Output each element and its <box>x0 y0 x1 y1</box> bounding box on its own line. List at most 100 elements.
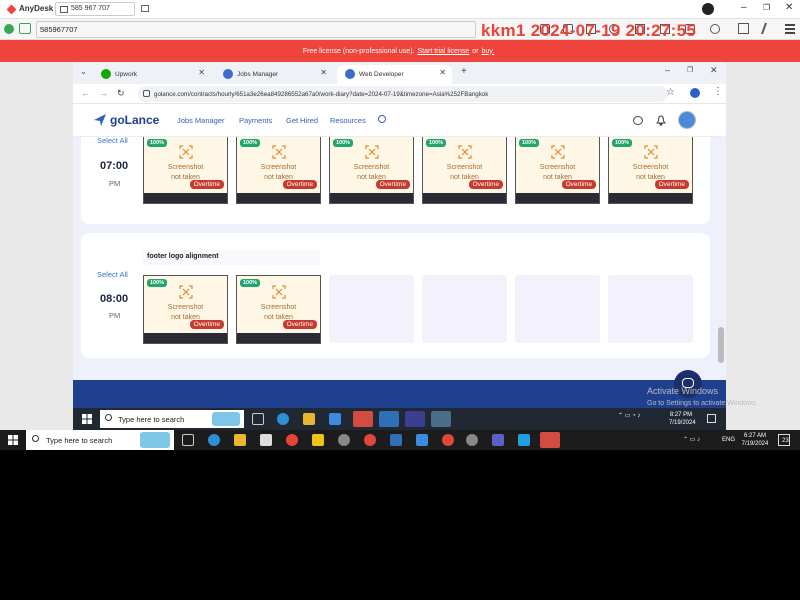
nav-payments[interactable]: Payments <box>239 116 272 125</box>
slot-footer-bar <box>144 193 227 203</box>
network-tool-icon[interactable] <box>466 434 478 446</box>
browser-window: ⌄ Upwork ✕ Jobs Manager ✕ Web Developer … <box>73 62 726 408</box>
mail-icon[interactable] <box>329 413 341 425</box>
notifications-bell-icon[interactable] <box>656 115 666 126</box>
overtime-badge: Overtime <box>189 320 224 329</box>
cast-icon[interactable] <box>710 24 720 34</box>
tray-icons[interactable]: ⌃ ▭ ♪ <box>683 436 700 444</box>
nav-get-hired[interactable]: Get Hired <box>286 116 318 125</box>
activate-windows-title: Activate Windows <box>647 386 719 396</box>
site-info-icon[interactable] <box>143 90 150 97</box>
file-explorer-icon[interactable] <box>303 413 315 425</box>
fullscreen-icon[interactable] <box>738 23 749 34</box>
screenshot-slot[interactable]: 100% Screenshot not taken Overtime <box>236 275 321 344</box>
edge-icon[interactable] <box>277 413 289 425</box>
remote-notification-icon[interactable] <box>707 414 716 423</box>
chrome-profile-icon[interactable] <box>364 434 376 446</box>
search-icon[interactable] <box>378 115 386 123</box>
minimize-icon[interactable]: – <box>741 2 747 13</box>
screenshot-slot[interactable]: 100% Screenshot not taken Overtime <box>608 137 693 204</box>
nav-jobs-manager[interactable]: Jobs Manager <box>177 116 225 125</box>
anydesk-title-bar: AnyDesk 585 967 707 – ❐ ✕ <box>0 0 800 19</box>
messages-icon[interactable] <box>633 116 643 125</box>
forward-icon[interactable]: → <box>99 88 108 98</box>
select-all-link[interactable]: Select All <box>97 270 128 279</box>
edge-icon[interactable] <box>208 434 220 446</box>
new-tab-icon[interactable]: + <box>461 66 467 77</box>
chrome-icon[interactable] <box>286 434 298 446</box>
remote-search-box[interactable]: Type here to search <box>100 410 244 428</box>
outlook-icon[interactable] <box>416 434 428 446</box>
window-close-icon[interactable]: ✕ <box>710 65 718 76</box>
browser-menu-icon[interactable]: ⋮ <box>713 86 723 97</box>
address-input-box[interactable] <box>36 21 476 38</box>
settings-gear-icon[interactable] <box>338 434 350 446</box>
status-line1: Screenshot <box>446 164 483 171</box>
vscode-icon[interactable] <box>379 411 399 427</box>
golance-logo-text[interactable]: goLance <box>110 113 159 127</box>
activity-percent-badge: 100% <box>519 139 540 147</box>
status-line1: Screenshot <box>353 164 390 171</box>
back-icon[interactable]: ← <box>81 88 90 98</box>
close-icon[interactable]: ✕ <box>785 2 793 13</box>
anydesk-task-icon[interactable] <box>540 432 560 448</box>
buy-link[interactable]: buy. <box>481 48 494 55</box>
screenshot-slot[interactable]: 100% Screenshot not taken Overtime <box>515 137 600 204</box>
maximize-icon[interactable]: ❐ <box>763 3 770 12</box>
no-screenshot-icon <box>551 145 565 159</box>
remote-clock[interactable]: 8:27 PM 7/19/2024 <box>669 411 696 427</box>
notification-center-icon[interactable]: 23 <box>778 434 790 446</box>
page-scrollbar[interactable] <box>718 327 724 363</box>
hour-label: 08:00 <box>100 293 129 305</box>
local-search-box[interactable]: Type here to search <box>26 430 174 450</box>
download-icon[interactable] <box>702 3 714 15</box>
golance-logo-icon[interactable] <box>93 113 107 127</box>
tab-web-developer[interactable]: Web Developer ✕ <box>337 65 452 84</box>
close-tab-icon[interactable]: ✕ <box>320 68 327 77</box>
slot-footer-bar <box>237 333 320 343</box>
sticky-notes-icon[interactable] <box>312 434 324 446</box>
user-avatar[interactable] <box>678 111 696 129</box>
skype-icon[interactable] <box>518 434 530 446</box>
screenshot-slot[interactable]: 100% Screenshot not taken Overtime <box>143 275 228 344</box>
profile-icon[interactable] <box>690 88 700 98</box>
file-explorer-icon[interactable] <box>234 434 246 446</box>
menu-icon[interactable] <box>785 24 795 34</box>
session-tab[interactable]: 585 967 707 <box>55 2 135 16</box>
new-session-icon[interactable] <box>141 5 149 12</box>
close-tab-icon[interactable]: ✕ <box>439 68 446 77</box>
screenshot-slot[interactable]: 100% Screenshot not taken Overtime <box>143 137 228 204</box>
edit-icon[interactable] <box>760 23 776 34</box>
reload-icon[interactable]: ↻ <box>117 88 125 99</box>
select-all-link[interactable]: Select All <box>97 137 128 145</box>
task-view-icon[interactable] <box>182 434 194 446</box>
screenshot-slot[interactable]: 100% Screenshot not taken Overtime <box>236 137 321 204</box>
start-trial-link[interactable]: Start trial license <box>417 48 469 55</box>
tab-upwork[interactable]: Upwork ✕ <box>93 65 211 84</box>
windows-start-icon[interactable] <box>82 414 92 424</box>
anydesk-task-icon[interactable] <box>353 411 373 427</box>
tab-list-icon[interactable]: ⌄ <box>80 67 87 76</box>
screenshot-slot[interactable]: 100% Screenshot not taken Overtime <box>422 137 507 204</box>
url-bar[interactable]: golance.com/contracts/hourly/651a3e26ea8… <box>138 86 668 102</box>
tab-jobs-manager[interactable]: Jobs Manager ✕ <box>215 65 333 84</box>
tray-icons[interactable]: ⌃ ▭ ◔ ♪ <box>618 412 640 420</box>
bookmark-star-icon[interactable]: ☆ <box>666 87 675 98</box>
remote-tool-icon[interactable] <box>431 411 451 427</box>
local-clock[interactable]: 6:27 AM 7/19/2024 <box>740 432 770 448</box>
windows-start-icon[interactable] <box>8 435 18 445</box>
language-indicator[interactable]: ENG <box>722 436 735 444</box>
vscode-icon[interactable] <box>390 434 402 446</box>
teams-icon[interactable] <box>492 434 504 446</box>
slot-footer-bar <box>609 193 692 203</box>
screenshot-slot[interactable]: 100% Screenshot not taken Overtime <box>329 137 414 204</box>
visual-studio-icon[interactable] <box>405 411 425 427</box>
nav-resources[interactable]: Resources <box>330 116 366 125</box>
search-highlight-icon <box>140 432 170 448</box>
store-icon[interactable] <box>260 434 272 446</box>
window-restore-icon[interactable]: ❐ <box>687 66 693 74</box>
chrome-alt-icon[interactable] <box>442 434 454 446</box>
close-tab-icon[interactable]: ✕ <box>198 68 205 77</box>
window-minimize-icon[interactable]: – <box>665 65 670 75</box>
task-view-icon[interactable] <box>252 413 264 425</box>
